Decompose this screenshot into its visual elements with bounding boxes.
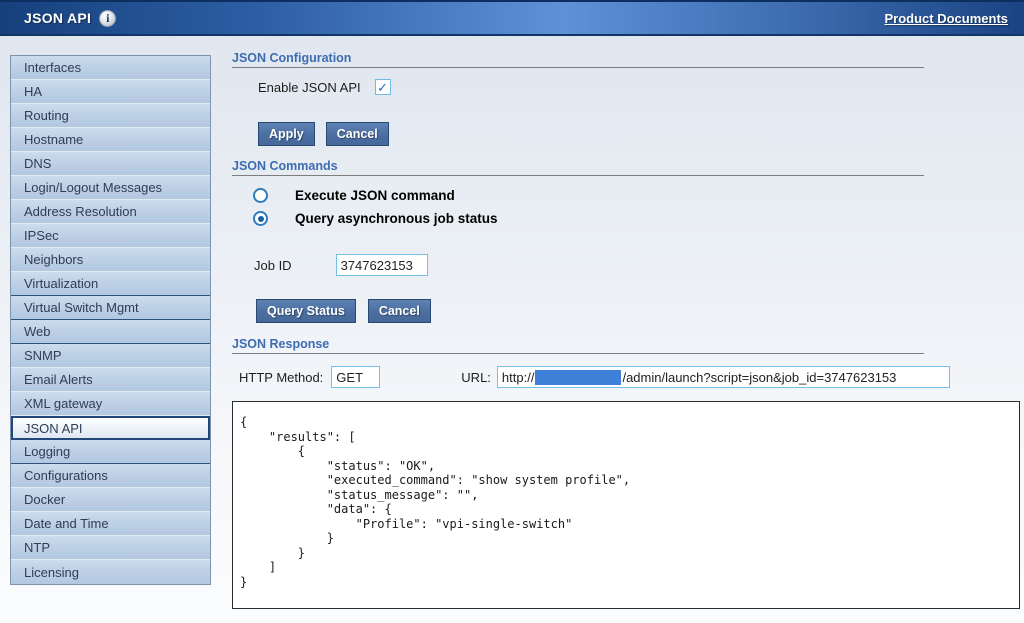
sidebar-item-xml-gateway[interactable]: XML gateway: [11, 392, 210, 416]
page-title: JSON API: [24, 10, 91, 26]
enable-json-api-label: Enable JSON API: [258, 80, 361, 95]
url-input[interactable]: http:// /admin/launch?script=json&job_id…: [497, 366, 950, 388]
sidebar-item-logging[interactable]: Logging: [11, 440, 210, 464]
query-status-button[interactable]: Query Status: [256, 299, 356, 323]
url-suffix: /admin/launch?script=json&job_id=3747623…: [622, 370, 896, 385]
sidebar-item-hostname[interactable]: Hostname: [11, 128, 210, 152]
sidebar-nav: Interfaces HA Routing Hostname DNS Login…: [10, 55, 211, 585]
execute-json-radio[interactable]: [253, 188, 268, 203]
sidebar-item-interfaces[interactable]: Interfaces: [11, 56, 210, 80]
job-id-input[interactable]: 3747623153: [336, 254, 428, 276]
query-job-status-radio[interactable]: [253, 211, 268, 226]
sidebar-item-virtualization[interactable]: Virtualization: [11, 272, 210, 296]
sidebar-item-date-and-time[interactable]: Date and Time: [11, 512, 210, 536]
sidebar-item-json-api[interactable]: JSON API: [11, 416, 210, 440]
sidebar-item-snmp[interactable]: SNMP: [11, 344, 210, 368]
main-content: JSON Configuration Enable JSON API ✓ App…: [232, 45, 1024, 623]
json-response-output[interactable]: { "results": [ { "status": "OK", "execut…: [232, 401, 1020, 609]
sidebar-item-neighbors[interactable]: Neighbors: [11, 248, 210, 272]
sidebar-item-email-alerts[interactable]: Email Alerts: [11, 368, 210, 392]
query-job-status-radio-label[interactable]: Query asynchronous job status: [295, 211, 498, 226]
json-configuration-title: JSON Configuration: [232, 51, 351, 65]
job-id-label: Job ID: [254, 258, 292, 273]
execute-json-radio-label[interactable]: Execute JSON command: [295, 188, 455, 203]
url-label: URL:: [461, 370, 491, 385]
redacted-host-block: [535, 370, 621, 385]
sidebar-item-ha[interactable]: HA: [11, 80, 210, 104]
sidebar-item-licensing[interactable]: Licensing: [11, 560, 210, 584]
section-divider: [232, 353, 924, 354]
sidebar-item-address-resolution[interactable]: Address Resolution: [11, 200, 210, 224]
sidebar-item-web[interactable]: Web: [11, 320, 210, 344]
sidebar-item-ntp[interactable]: NTP: [11, 536, 210, 560]
apply-button[interactable]: Apply: [258, 122, 315, 146]
section-divider: [232, 175, 924, 176]
sidebar-item-login-logout-messages[interactable]: Login/Logout Messages: [11, 176, 210, 200]
sidebar-item-routing[interactable]: Routing: [11, 104, 210, 128]
json-response-text: { "results": [ { "status": "OK", "execut…: [240, 415, 1019, 589]
http-method-label: HTTP Method:: [239, 370, 323, 385]
product-documents-link[interactable]: Product Documents: [884, 11, 1008, 26]
info-icon[interactable]: i: [99, 10, 116, 27]
sidebar-item-docker[interactable]: Docker: [11, 488, 210, 512]
header-bar: JSON API i Product Documents: [0, 0, 1024, 36]
url-prefix: http://: [502, 370, 535, 385]
sidebar-item-virtual-switch-mgmt[interactable]: Virtual Switch Mgmt: [11, 296, 210, 320]
json-response-title: JSON Response: [232, 337, 329, 351]
section-divider: [232, 67, 924, 68]
sidebar-item-ipsec[interactable]: IPSec: [11, 224, 210, 248]
json-commands-title: JSON Commands: [232, 159, 338, 173]
enable-json-checkbox[interactable]: ✓: [375, 79, 391, 95]
check-icon: ✓: [377, 81, 388, 94]
http-method-input[interactable]: GET: [331, 366, 380, 388]
sidebar-item-dns[interactable]: DNS: [11, 152, 210, 176]
sidebar-item-configurations[interactable]: Configurations: [11, 464, 210, 488]
cancel-query-button[interactable]: Cancel: [368, 299, 431, 323]
cancel-button[interactable]: Cancel: [326, 122, 389, 146]
